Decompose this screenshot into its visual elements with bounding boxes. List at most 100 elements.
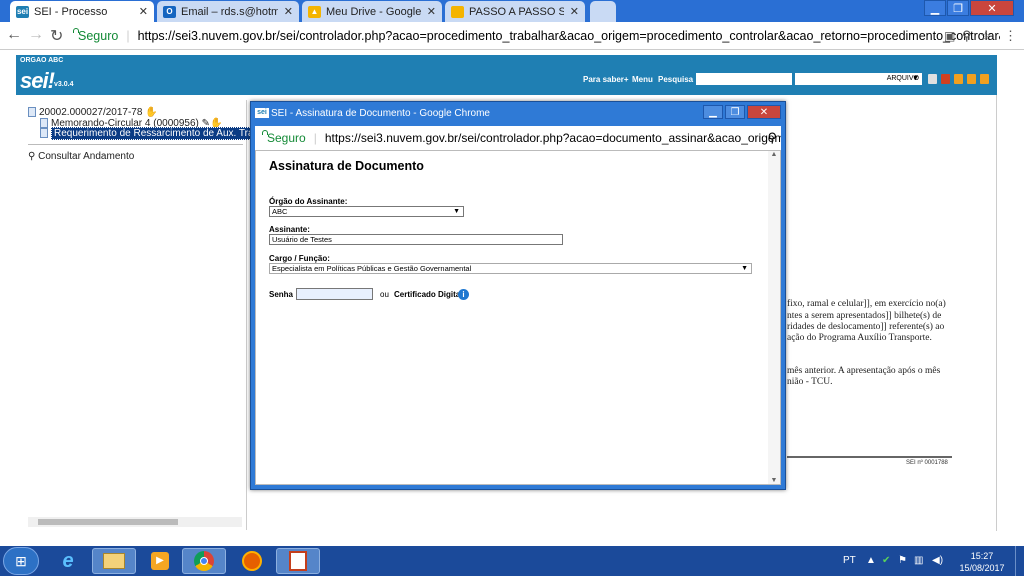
reload-icon[interactable]: ↻	[50, 26, 63, 46]
grid-icon[interactable]	[928, 74, 937, 84]
assinante-field[interactable]: Usuário de Testes	[269, 234, 563, 245]
maximize-icon[interactable]: ❐	[947, 0, 969, 16]
chrome-menu-icon[interactable]: ⋮	[1004, 28, 1017, 44]
forward-icon[interactable]: →	[28, 26, 44, 44]
security-icon[interactable]: ✔	[882, 555, 890, 566]
cargo-select[interactable]: Especialista em Políticas Públicas e Ges…	[269, 263, 752, 274]
star-icon[interactable]: ☆	[980, 28, 992, 44]
new-icon[interactable]	[941, 74, 950, 84]
firefox-icon[interactable]	[230, 548, 274, 574]
slides-icon	[451, 5, 464, 18]
document-icon	[40, 118, 48, 129]
back-icon[interactable]: ←	[6, 26, 22, 44]
sei-icon: sei	[255, 108, 269, 118]
media-player-icon[interactable]: ▶	[138, 548, 182, 574]
divider	[28, 144, 243, 145]
scroll-down-icon[interactable]: ▼	[768, 477, 780, 484]
popup-title: SEI - Assinatura de Documento - Google C…	[271, 108, 490, 119]
pesquisa-link[interactable]: Pesquisa	[658, 75, 693, 84]
volume-icon[interactable]: ◀)	[932, 555, 943, 566]
tools-icon[interactable]	[967, 74, 976, 84]
show-desktop-button[interactable]	[1015, 546, 1024, 576]
tab-passo-a-passo[interactable]: PASSO A PASSO SEI.ppt ✕	[445, 1, 585, 22]
url-field[interactable]: Seguro | https://sei3.nuvem.gov.br/sei/c…	[70, 25, 1000, 47]
outlook-icon: O	[163, 5, 176, 18]
drive-icon: ▲	[308, 5, 321, 18]
ie-icon[interactable]: e	[46, 548, 90, 574]
tree-hscrollbar[interactable]	[28, 517, 242, 527]
tab-email[interactable]: O Email – rds.s@hotmail.co ✕	[157, 1, 299, 22]
close-window-icon[interactable]: ✕	[970, 0, 1014, 16]
sei-header: ORGAO ABC sei! v3.0.4 Para saber+ Menu P…	[16, 55, 997, 95]
powerpoint-icon[interactable]	[276, 548, 320, 574]
minimize-icon[interactable]: ▁	[924, 0, 946, 16]
senha-input[interactable]	[296, 288, 373, 300]
process-number: 20002.000027/2017-78	[39, 107, 143, 118]
search-icon[interactable]: ⚲	[962, 28, 972, 44]
separator: |	[313, 131, 317, 145]
separator: |	[126, 29, 130, 43]
orgao-label: Órgão do Assinante:	[269, 197, 348, 206]
scroll-up-icon[interactable]: ▲	[768, 151, 780, 158]
secure-label: Seguro	[78, 29, 119, 43]
maximize-icon[interactable]: ❐	[725, 105, 745, 119]
flag-icon[interactable]: ⚑	[898, 555, 907, 566]
show-hidden-icons[interactable]: ▲	[866, 555, 876, 566]
popup-url-field[interactable]: Seguro | https://sei3.nuvem.gov.br/sei/c…	[255, 126, 781, 150]
search-icon[interactable]: ⚲	[767, 130, 777, 146]
start-button[interactable]: ⊞	[3, 547, 39, 575]
close-tab-icon[interactable]: ✕	[139, 5, 148, 18]
browser-tab-strip: sei SEI - Processo ✕ O Email – rds.s@hot…	[0, 0, 1024, 22]
doc-footer-rule	[787, 456, 952, 458]
url-text: https://sei3.nuvem.gov.br/sei/controlado…	[137, 29, 1000, 43]
scroll-thumb[interactable]	[38, 519, 178, 525]
chevron-down-icon: ▼	[741, 265, 748, 272]
menu-link[interactable]: Menu	[632, 75, 653, 84]
para-saber-link[interactable]: Para saber+	[583, 75, 629, 84]
cargo-value: Especialista em Políticas Públicas e Ges…	[272, 264, 472, 273]
close-tab-icon[interactable]: ✕	[284, 5, 293, 18]
doc-text-line: ação do Programa Auxílio Transporte.	[787, 333, 932, 343]
doc-footer-number: SEI nº 0001788	[906, 460, 948, 466]
tree-process[interactable]: 20002.000027/2017-78 ✋	[28, 107, 158, 118]
exit-icon[interactable]	[980, 74, 989, 84]
cast-icon[interactable]: ▣	[944, 29, 955, 43]
explorer-icon[interactable]	[92, 548, 136, 574]
windows-logo-icon: ⊞	[15, 552, 27, 569]
chevron-down-icon: ▼	[912, 75, 919, 82]
language-indicator[interactable]: PT	[843, 555, 856, 566]
clock-time: 15:27	[970, 551, 994, 561]
process-tree: 20002.000027/2017-78 ✋ Memorando-Circula…	[24, 100, 285, 530]
orgao-value: ABC	[272, 207, 288, 216]
minimize-icon[interactable]: ▁	[703, 105, 723, 119]
hand-icon: ✋	[145, 107, 158, 118]
close-tab-icon[interactable]: ✕	[427, 5, 436, 18]
user-icon[interactable]	[954, 74, 963, 84]
sei-logo[interactable]: sei!	[20, 68, 55, 94]
tab-sei-processo[interactable]: sei SEI - Processo ✕	[10, 1, 154, 22]
tab-google-drive[interactable]: ▲ Meu Drive - Google Drive ✕	[302, 1, 442, 22]
consultar-andamento-link[interactable]: ⚲ Consultar Andamento	[28, 151, 134, 162]
certificado-digital-link[interactable]: Certificado Digital	[394, 290, 462, 299]
close-window-icon[interactable]: ✕	[747, 105, 781, 119]
popup-scrollbar[interactable]: ▲ ▼	[768, 151, 780, 484]
ou-label: ou	[380, 290, 389, 299]
system-clock[interactable]: 15:27 15/08/2017	[952, 550, 1012, 574]
info-icon[interactable]: i	[458, 289, 469, 300]
tab-label: Meu Drive - Google Drive	[326, 5, 421, 18]
chrome-icon[interactable]	[182, 548, 226, 574]
orgao-select[interactable]: ABC ▼	[269, 206, 464, 217]
unit-select[interactable]: ARQUIVO ▼	[795, 73, 922, 85]
close-tab-icon[interactable]: ✕	[570, 5, 579, 18]
folder-icon	[28, 107, 36, 118]
tab-label: Email – rds.s@hotmail.co	[181, 5, 278, 18]
network-icon[interactable]: ▥	[914, 555, 923, 566]
tree-doc-requerimento[interactable]: Requerimento de Ressarcimento de Aux. Tr…	[40, 127, 285, 140]
new-tab-button[interactable]	[590, 1, 616, 22]
form-heading: Assinatura de Documento	[269, 159, 424, 173]
sei-icon: sei	[16, 5, 29, 18]
assinante-label: Assinante:	[269, 225, 310, 234]
signature-form: Assinatura de Documento Órgão do Assinan…	[255, 150, 781, 485]
search-input[interactable]	[696, 73, 792, 85]
secure-label: Seguro	[267, 131, 306, 145]
